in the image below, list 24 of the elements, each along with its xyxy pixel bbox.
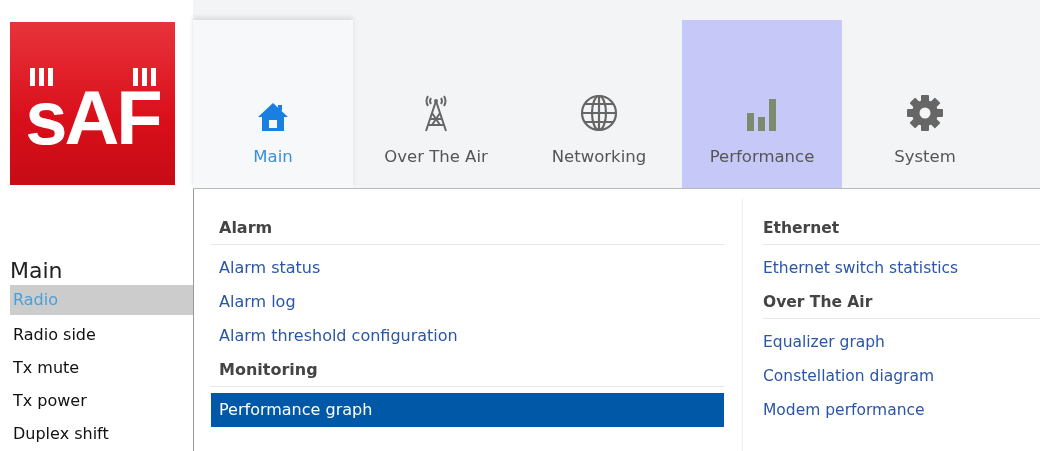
menu-heading: Alarm: [211, 211, 724, 245]
menu-heading: Over The Air: [763, 285, 1040, 319]
sidebar-title: Main: [10, 257, 64, 285]
nav-tab[interactable]: System: [845, 20, 1005, 188]
nav-tab[interactable]: Over The Air: [356, 20, 516, 188]
sidebar-item[interactable]: Tx mute: [0, 351, 193, 384]
nav-tab[interactable]: Performance: [682, 20, 842, 188]
menu-item[interactable]: Alarm log: [211, 285, 724, 319]
gear-icon: [905, 93, 945, 133]
menu-heading: Monitoring: [211, 353, 724, 387]
menu-heading: Ethernet: [763, 211, 1040, 245]
nav-tab[interactable]: Networking: [519, 20, 679, 188]
menu-item[interactable]: Alarm threshold configuration: [211, 319, 724, 353]
menu-item[interactable]: Ethernet switch statistics: [763, 251, 1040, 285]
globe-icon: [579, 93, 619, 133]
sidebar-item[interactable]: Duplex shift: [0, 417, 193, 450]
sidebar-item[interactable]: Tx power: [0, 384, 193, 417]
menu-item[interactable]: Equalizer graph: [763, 325, 1040, 359]
menu-item[interactable]: Constellation diagram: [763, 359, 1040, 393]
menu-item[interactable]: Alarm status: [211, 251, 724, 285]
menu-item[interactable]: Performance graph: [211, 393, 724, 427]
logo: sAF: [10, 22, 175, 185]
sidebar-item[interactable]: Radio side: [0, 318, 193, 351]
menu-item[interactable]: Modem performance: [763, 393, 1040, 427]
